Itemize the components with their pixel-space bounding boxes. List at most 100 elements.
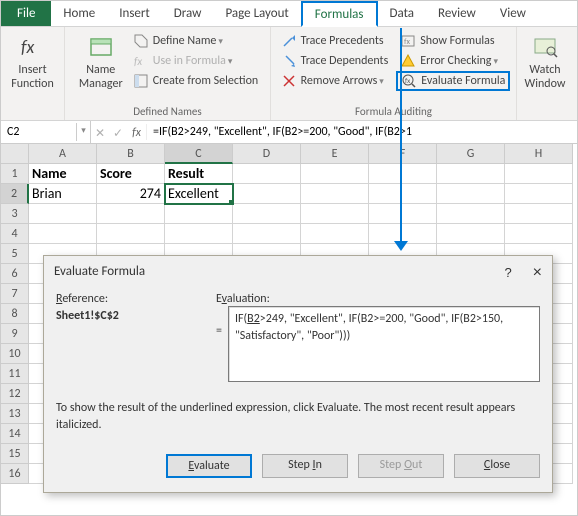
watch-window-button[interactable]: Watch Window — [517, 29, 573, 94]
cell[interactable] — [233, 164, 301, 184]
col-header-c[interactable]: C — [165, 144, 233, 164]
cell[interactable] — [97, 204, 165, 224]
cell[interactable] — [505, 184, 573, 204]
cell[interactable] — [301, 204, 369, 224]
cell[interactable] — [437, 164, 505, 184]
formula-bar[interactable]: =IF(B2>249, "Excellent", IF(B2>=200, "Go… — [147, 125, 412, 139]
dialog-help-button[interactable]: ? — [504, 265, 511, 280]
use-in-formula-button[interactable]: fx Use in Formula▾ — [129, 51, 263, 71]
col-header-f[interactable]: F — [369, 144, 437, 164]
tab-data[interactable]: Data — [378, 1, 427, 26]
cell[interactable] — [301, 164, 369, 184]
col-header-h[interactable]: H — [505, 144, 573, 164]
row-header[interactable]: 14 — [1, 424, 29, 444]
cell[interactable] — [233, 184, 301, 204]
row-header[interactable]: 15 — [1, 444, 29, 464]
tab-insert[interactable]: Insert — [107, 1, 162, 26]
define-name-label: Define Name — [153, 34, 217, 48]
row-header[interactable]: 5 — [1, 244, 29, 264]
cell[interactable] — [369, 204, 437, 224]
cell[interactable]: Result — [165, 164, 233, 184]
cell[interactable]: 274 — [97, 184, 165, 204]
active-cell[interactable]: Excellent — [165, 184, 233, 204]
create-sel-icon — [133, 73, 149, 89]
ribbon-tabs: File Home Insert Draw Page Layout Formul… — [1, 1, 577, 27]
evaluate-button[interactable]: Evaluate — [166, 454, 252, 478]
evaluation-box[interactable]: IF(B2>249, "Excellent", IF(B2>=200, "Goo… — [228, 306, 540, 382]
col-header-g[interactable]: G — [437, 144, 505, 164]
insert-function-button[interactable]: fx Insert Function — [5, 29, 61, 94]
cell[interactable] — [437, 204, 505, 224]
tab-home[interactable]: Home — [51, 1, 107, 26]
fx-bar-icon[interactable]: fx — [127, 124, 147, 140]
name-box[interactable]: C2 — [1, 123, 77, 141]
cell[interactable] — [97, 224, 165, 244]
evaluate-formula-label: Evaluate Formula — [421, 74, 505, 88]
cell[interactable] — [369, 164, 437, 184]
trace-precedents-icon — [281, 33, 297, 49]
cell[interactable]: Name — [29, 164, 97, 184]
close-button[interactable]: Close — [454, 454, 540, 478]
tab-formulas[interactable]: Formulas — [301, 1, 378, 27]
cell[interactable] — [437, 184, 505, 204]
row-header[interactable]: 8 — [1, 304, 29, 324]
row-header[interactable]: 6 — [1, 264, 29, 284]
error-checking-button[interactable]: Error Checking▾ — [396, 51, 510, 71]
col-header-a[interactable]: A — [29, 144, 97, 164]
row-header[interactable]: 10 — [1, 344, 29, 364]
cell[interactable]: Brian — [29, 184, 97, 204]
dialog-close-icon[interactable]: × — [533, 264, 542, 281]
cell[interactable]: Score — [97, 164, 165, 184]
tab-review[interactable]: Review — [426, 1, 488, 26]
cell[interactable] — [369, 184, 437, 204]
cell[interactable] — [233, 204, 301, 224]
row-header[interactable]: 2 — [1, 184, 29, 204]
cell[interactable] — [29, 204, 97, 224]
create-from-selection-label: Create from Selection — [153, 74, 259, 88]
row-header[interactable]: 1 — [1, 164, 29, 184]
row-header[interactable]: 3 — [1, 204, 29, 224]
select-all-corner[interactable] — [1, 144, 29, 164]
cell[interactable] — [505, 164, 573, 184]
cell[interactable] — [437, 224, 505, 244]
name-manager-button[interactable]: Name Manager — [73, 29, 129, 94]
tab-page-layout[interactable]: Page Layout — [213, 1, 300, 26]
cell[interactable] — [29, 224, 97, 244]
cancel-icon: ✕ — [91, 124, 109, 141]
cell[interactable] — [165, 224, 233, 244]
evaluate-formula-button[interactable]: fx Evaluate Formula — [396, 71, 510, 91]
remove-arrows-button[interactable]: Remove Arrows▾ — [277, 71, 393, 91]
name-box-dropdown[interactable]: ▾ — [77, 121, 91, 143]
col-header-d[interactable]: D — [233, 144, 301, 164]
trace-dependents-button[interactable]: Trace Dependents — [277, 51, 393, 71]
col-header-e[interactable]: E — [301, 144, 369, 164]
formula-bar-row: C2 ▾ ✕ ✓ fx =IF(B2>249, "Excellent", IF(… — [1, 121, 577, 144]
cell[interactable] — [233, 224, 301, 244]
tab-file[interactable]: File — [1, 1, 51, 26]
row-header[interactable]: 16 — [1, 464, 29, 484]
tab-view[interactable]: View — [488, 1, 538, 26]
show-formulas-icon: fx — [400, 33, 416, 49]
cell[interactable] — [505, 204, 573, 224]
trace-dependents-icon — [281, 53, 297, 69]
show-formulas-button[interactable]: fx Show Formulas — [396, 31, 510, 51]
cell[interactable] — [165, 204, 233, 224]
row-header[interactable]: 9 — [1, 324, 29, 344]
step-in-button[interactable]: Step In — [262, 454, 348, 478]
row-header[interactable]: 11 — [1, 364, 29, 384]
row-header[interactable]: 13 — [1, 404, 29, 424]
col-header-b[interactable]: B — [97, 144, 165, 164]
row-header[interactable]: 4 — [1, 224, 29, 244]
enter-icon: ✓ — [109, 124, 127, 141]
create-from-selection-button[interactable]: Create from Selection — [129, 71, 263, 91]
formula-auditing-group-label: Formula Auditing — [355, 104, 432, 120]
cell[interactable] — [301, 184, 369, 204]
row-header[interactable]: 12 — [1, 384, 29, 404]
name-manager-label: Name Manager — [79, 63, 123, 92]
tab-draw[interactable]: Draw — [162, 1, 214, 26]
trace-precedents-button[interactable]: Trace Precedents — [277, 31, 393, 51]
row-header[interactable]: 7 — [1, 284, 29, 304]
cell[interactable] — [301, 224, 369, 244]
define-name-button[interactable]: Define Name▾ — [129, 31, 263, 51]
cell[interactable] — [505, 224, 573, 244]
